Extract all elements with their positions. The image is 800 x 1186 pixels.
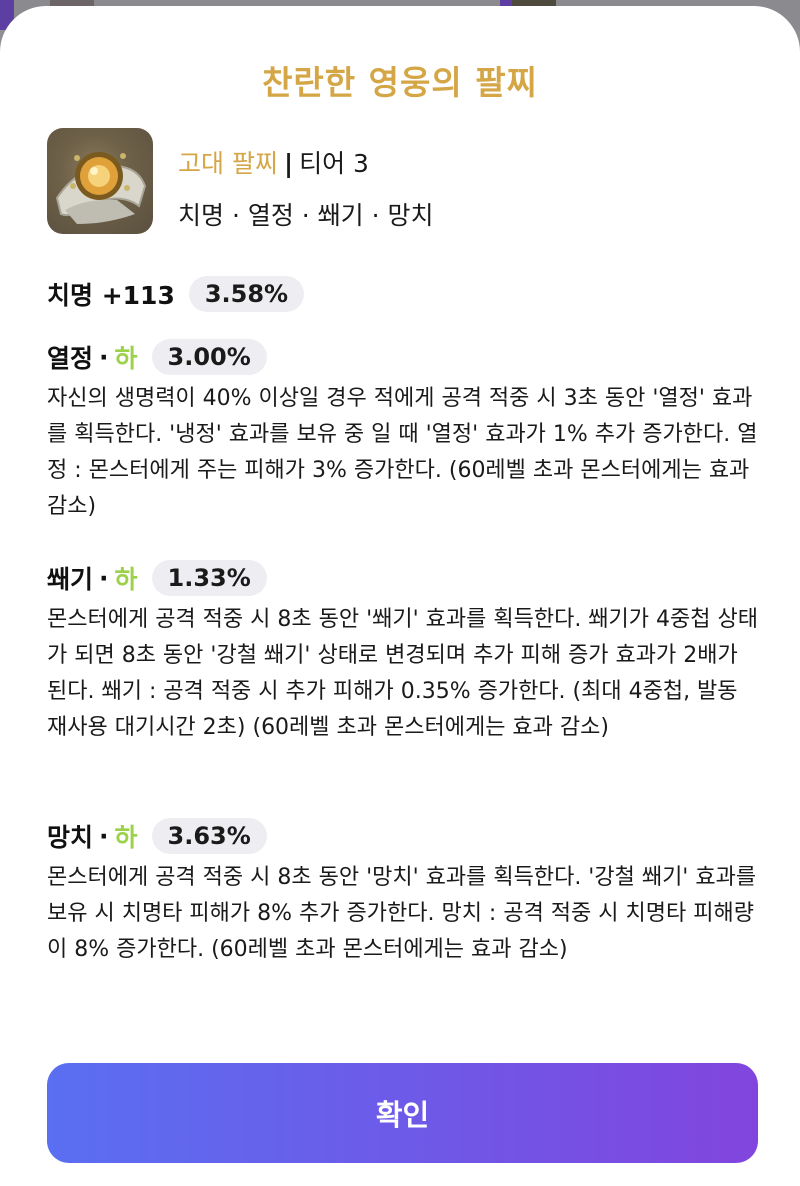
item-detail-sheet: 찬란한 영웅의 팔찌 고대 팔찌 | 티어 3 치명 · 열정 · 쐐기 · 망치 … [0,6,800,1186]
effect-wedge: 쐐기 · 하 1.33% 몬스터에게 공격 적중 시 8초 동안 '쐐기' 효과… [47,558,760,746]
effect-dot: · [99,821,109,851]
effect-percent-badge: 3.00% [151,339,267,375]
item-header: 고대 팔찌 | 티어 3 [178,144,369,180]
effect-dot: · [99,563,109,593]
effect-description: 몬스터에게 공격 적중 시 8초 동안 '망치' 효과를 획득한다. '강철 쐐… [47,865,757,962]
confirm-button[interactable]: 확인 [47,1063,758,1163]
effect-grade: 하 [114,823,138,852]
effect-name: 쐐기 [47,565,94,594]
item-title: 찬란한 영웅의 팔찌 [262,63,538,102]
item-tags: 치명 · 열정 · 쐐기 · 망치 [178,201,434,230]
base-stat-name: 치명 +113 [47,281,175,310]
effect-name: 열정 [47,344,94,373]
base-stat: 치명 +113 3.58% [47,274,760,314]
effect-dot: · [99,342,109,372]
effect-passion: 열정 · 하 3.00% 자신의 생명력이 40% 이상일 경우 적에게 공격 … [47,337,760,525]
effect-grade: 하 [114,565,138,594]
effect-name: 망치 [47,823,94,852]
effect-description: 몬스터에게 공격 적중 시 8초 동안 '쐐기' 효과를 획득한다. 쐐기가 4… [47,607,758,740]
item-tier: 티어 3 [299,149,369,178]
item-grade: 고대 팔찌 [178,149,278,178]
separator: | [283,149,294,178]
effect-description: 자신의 생명력이 40% 이상일 경우 적에게 공격 적중 시 3초 동안 '열… [47,386,758,519]
base-stat-percent-badge: 3.58% [188,276,305,312]
effect-percent-badge: 1.33% [151,560,267,596]
effect-hammer: 망치 · 하 3.63% 몬스터에게 공격 적중 시 8초 동안 '망치' 효과… [47,816,760,968]
effect-percent-badge: 3.63% [151,818,267,854]
effect-grade: 하 [114,344,138,373]
bracelet-icon [47,128,153,234]
